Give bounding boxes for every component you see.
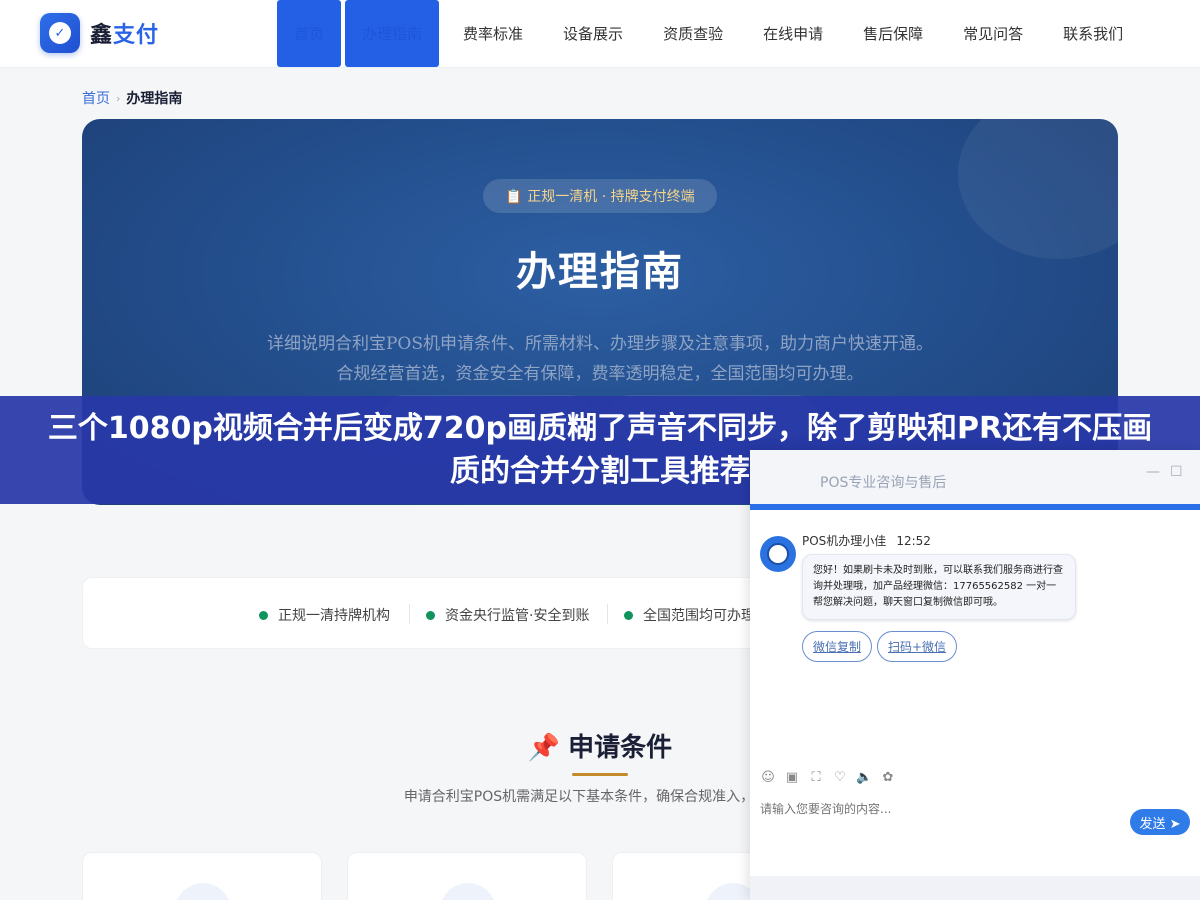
hero-description: 详细说明合利宝POS机申请条件、所需材料、办理步骤及注意事项，助力商户快速开通。… xyxy=(266,334,934,384)
emoji-icon[interactable]: ☺ xyxy=(760,770,776,785)
feature-item: 全国范围均可办理 xyxy=(624,605,755,625)
chat-toolbar: ☺ ▣ ⛶ ♡ 🔈 ✿ xyxy=(760,770,896,785)
sound-icon[interactable]: 🔈 xyxy=(856,770,872,785)
message-meta: POS机办理小佳 12:52 xyxy=(802,532,931,549)
nav-qualification[interactable]: 资质查验 xyxy=(643,0,743,67)
maximize-icon[interactable]: ☐ xyxy=(1170,464,1183,480)
chat-title: POS专业咨询与售后 xyxy=(820,475,947,491)
pin-icon: 📌 xyxy=(527,733,561,763)
message-time: 12:52 xyxy=(896,534,931,548)
nav-devices[interactable]: 设备展示 xyxy=(543,0,643,67)
chat-input[interactable] xyxy=(760,802,1120,816)
nav-home[interactable]: 首页 xyxy=(277,0,342,67)
wechat-icon[interactable]: ✿ xyxy=(880,770,896,785)
feature-item: 资金央行监管·安全到账 xyxy=(426,605,589,625)
condition-card xyxy=(82,852,322,900)
nav-rates[interactable]: 费率标准 xyxy=(443,0,543,67)
breadcrumb-current: 办理指南 xyxy=(126,91,183,107)
status-dot-icon xyxy=(426,610,435,620)
agent-name: POS机办理小佳 xyxy=(802,534,887,548)
logo-text-part1: 鑫 xyxy=(90,23,114,48)
screenshot-icon[interactable]: ⛶ xyxy=(808,770,824,785)
chat-footer xyxy=(750,876,1200,900)
send-button[interactable]: 发送 ➤ xyxy=(1130,809,1190,835)
status-dot-icon xyxy=(624,610,633,620)
divider xyxy=(409,604,410,624)
minimize-icon[interactable]: — xyxy=(1146,464,1160,480)
agent-avatar xyxy=(760,536,796,572)
section-title-text: 申请条件 xyxy=(568,733,673,763)
card-icon xyxy=(175,883,231,900)
status-dot-icon xyxy=(259,610,268,620)
favorite-icon[interactable]: ♡ xyxy=(832,770,848,785)
card-icon xyxy=(440,883,496,900)
check-icon: ✓ xyxy=(49,22,71,44)
nav-guide[interactable]: 办理指南 xyxy=(345,0,440,67)
nav-apply[interactable]: 在线申请 xyxy=(743,0,843,67)
scan-wechat-button[interactable]: 扫码+微信 xyxy=(877,631,958,662)
hero-decor-circle xyxy=(958,119,1118,259)
section-underline xyxy=(572,773,628,776)
divider xyxy=(607,604,608,624)
chat-accent-bar xyxy=(750,504,1200,510)
site-header: ✓ 鑫支付 首页 办理指南 费率标准 设备展示 资质查验 在线申请 售后保障 常… xyxy=(0,0,1200,68)
breadcrumb-home[interactable]: 首页 xyxy=(82,88,110,108)
condition-card xyxy=(347,852,587,900)
main-nav: 首页 办理指南 费率标准 设备展示 资质查验 在线申请 售后保障 常见问答 联系… xyxy=(277,0,1143,68)
feature-label: 资金央行监管·安全到账 xyxy=(445,608,590,624)
feature-label: 正规一清持牌机构 xyxy=(278,608,390,624)
logo-icon: ✓ xyxy=(40,13,80,53)
hero-badge: 📋 正规一清机 · 持牌支付终端 xyxy=(483,179,717,213)
chat-header: POS专业咨询与售后 — ☐ xyxy=(750,450,1200,504)
feature-item: 正规一清持牌机构 xyxy=(259,605,390,625)
logo[interactable]: ✓ 鑫支付 xyxy=(40,13,159,53)
nav-after-sales[interactable]: 售后保障 xyxy=(843,0,943,67)
nav-faq[interactable]: 常见问答 xyxy=(943,0,1043,67)
chat-widget: POS专业咨询与售后 — ☐ POS机办理小佳 12:52 您好！如果刷卡未及时到… xyxy=(750,450,1200,900)
breadcrumb-separator: › xyxy=(116,91,121,105)
logo-text: 鑫支付 xyxy=(90,17,159,49)
logo-text-part2: 支付 xyxy=(113,23,160,48)
feature-label: 全国范围均可办理 xyxy=(643,608,755,624)
breadcrumb: 首页 › 办理指南 xyxy=(82,88,182,108)
copy-wechat-button[interactable]: 微信复制 xyxy=(802,631,873,662)
message-bubble: 您好！如果刷卡未及时到账，可以联系我们服务商进行查询并处理哦，加产品经理微信：1… xyxy=(802,554,1076,620)
hero-title: 办理指南 xyxy=(516,249,684,295)
image-icon[interactable]: ▣ xyxy=(784,770,800,785)
nav-contact[interactable]: 联系我们 xyxy=(1043,0,1143,67)
agent-face-icon xyxy=(767,543,789,565)
